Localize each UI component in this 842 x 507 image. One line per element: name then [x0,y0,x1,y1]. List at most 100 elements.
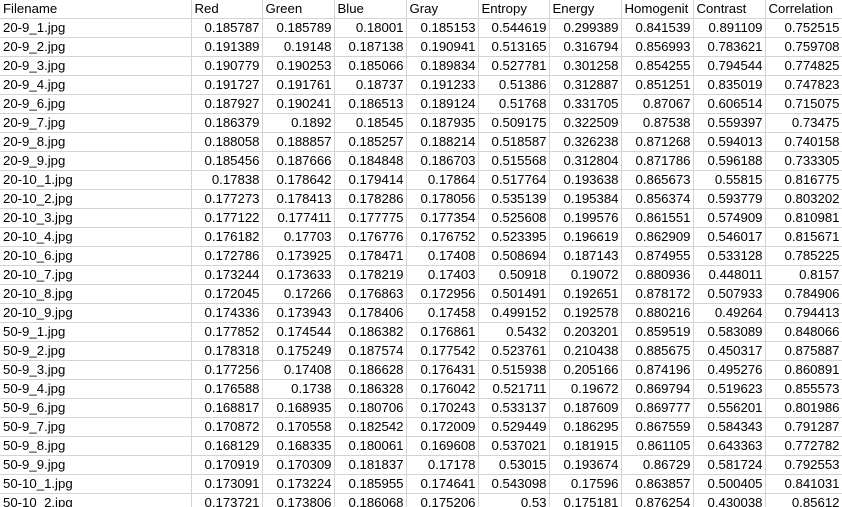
cell-entropy[interactable]: 0.533137 [478,398,550,418]
cell-homogeneity[interactable]: 0.880936 [621,265,694,285]
cell-correlation[interactable]: 0.772782 [765,436,842,456]
cell-red[interactable]: 0.178318 [191,341,263,361]
cell-filename[interactable]: 20-10_4.jpg [0,227,192,247]
cell-gray[interactable]: 0.174641 [406,474,479,494]
cell-energy[interactable]: 0.192651 [549,284,622,304]
cell-homogeneity[interactable]: 0.878172 [621,284,694,304]
cell-contrast[interactable]: 0.55815 [693,170,766,190]
cell-filename[interactable]: 20-9_3.jpg [0,56,192,76]
cell-energy[interactable]: 0.322509 [549,113,622,133]
cell-green[interactable]: 0.17266 [262,284,335,304]
cell-blue[interactable]: 0.18001 [334,18,407,38]
cell-contrast[interactable]: 0.583089 [693,322,766,342]
header-cell-gray[interactable]: Gray [406,0,479,19]
cell-filename[interactable]: 50-9_4.jpg [0,379,192,399]
cell-homogeneity[interactable]: 0.871786 [621,151,694,171]
cell-homogeneity[interactable]: 0.865673 [621,170,694,190]
cell-entropy[interactable]: 0.51386 [478,75,550,95]
cell-homogeneity[interactable]: 0.856374 [621,189,694,209]
cell-homogeneity[interactable]: 0.851251 [621,75,694,95]
cell-entropy[interactable]: 0.527781 [478,56,550,76]
cell-entropy[interactable]: 0.509175 [478,113,550,133]
cell-energy[interactable]: 0.210438 [549,341,622,361]
cell-energy[interactable]: 0.187143 [549,246,622,266]
cell-correlation[interactable]: 0.784906 [765,284,842,304]
cell-filename[interactable]: 50-10_1.jpg [0,474,192,494]
cell-contrast[interactable]: 0.835019 [693,75,766,95]
cell-blue[interactable]: 0.186513 [334,94,407,114]
cell-green[interactable]: 0.17703 [262,227,335,247]
cell-entropy[interactable]: 0.544619 [478,18,550,38]
cell-blue[interactable]: 0.18545 [334,113,407,133]
header-cell-entropy[interactable]: Entropy [478,0,550,19]
cell-entropy[interactable]: 0.535139 [478,189,550,209]
cell-gray[interactable]: 0.177354 [406,208,479,228]
cell-red[interactable]: 0.173091 [191,474,263,494]
cell-contrast[interactable]: 0.450317 [693,341,766,361]
cell-gray[interactable]: 0.178056 [406,189,479,209]
cell-contrast[interactable]: 0.507933 [693,284,766,304]
cell-homogeneity[interactable]: 0.87067 [621,94,694,114]
cell-gray[interactable]: 0.17178 [406,455,479,475]
cell-gray[interactable]: 0.175206 [406,493,479,507]
cell-contrast[interactable]: 0.891109 [693,18,766,38]
cell-gray[interactable]: 0.191233 [406,75,479,95]
cell-correlation[interactable]: 0.875887 [765,341,842,361]
cell-filename[interactable]: 20-10_6.jpg [0,246,192,266]
cell-energy[interactable]: 0.19672 [549,379,622,399]
cell-red[interactable]: 0.172045 [191,284,263,304]
cell-entropy[interactable]: 0.515938 [478,360,550,380]
cell-green[interactable]: 0.173925 [262,246,335,266]
cell-homogeneity[interactable]: 0.856993 [621,37,694,57]
cell-contrast[interactable]: 0.430038 [693,493,766,507]
cell-red[interactable]: 0.185787 [191,18,263,38]
cell-red[interactable]: 0.170872 [191,417,263,437]
cell-entropy[interactable]: 0.523395 [478,227,550,247]
header-cell-filename[interactable]: Filename [0,0,192,19]
cell-correlation[interactable]: 0.752515 [765,18,842,38]
cell-filename[interactable]: 20-9_9.jpg [0,151,192,171]
cell-green[interactable]: 0.177411 [262,208,335,228]
cell-homogeneity[interactable]: 0.885675 [621,341,694,361]
cell-gray[interactable]: 0.189834 [406,56,479,76]
cell-homogeneity[interactable]: 0.876254 [621,493,694,507]
cell-entropy[interactable]: 0.50918 [478,265,550,285]
cell-filename[interactable]: 50-9_6.jpg [0,398,192,418]
cell-contrast[interactable]: 0.500405 [693,474,766,494]
cell-contrast[interactable]: 0.794544 [693,56,766,76]
cell-green[interactable]: 0.1892 [262,113,335,133]
cell-green[interactable]: 0.173806 [262,493,335,507]
cell-blue[interactable]: 0.178219 [334,265,407,285]
cell-red[interactable]: 0.177122 [191,208,263,228]
cell-energy[interactable]: 0.299389 [549,18,622,38]
header-cell-correlation[interactable]: Correlation [765,0,842,19]
cell-energy[interactable]: 0.203201 [549,322,622,342]
cell-red[interactable]: 0.172786 [191,246,263,266]
cell-filename[interactable]: 50-9_2.jpg [0,341,192,361]
cell-filename[interactable]: 20-9_8.jpg [0,132,192,152]
cell-green[interactable]: 0.178642 [262,170,335,190]
cell-entropy[interactable]: 0.537021 [478,436,550,456]
cell-blue[interactable]: 0.178406 [334,303,407,323]
cell-filename[interactable]: 20-10_8.jpg [0,284,192,304]
cell-contrast[interactable]: 0.783621 [693,37,766,57]
cell-green[interactable]: 0.17408 [262,360,335,380]
cell-correlation[interactable]: 0.759708 [765,37,842,57]
cell-contrast[interactable]: 0.519623 [693,379,766,399]
cell-energy[interactable]: 0.196619 [549,227,622,247]
cell-contrast[interactable]: 0.49264 [693,303,766,323]
cell-contrast[interactable]: 0.574909 [693,208,766,228]
cell-entropy[interactable]: 0.508694 [478,246,550,266]
cell-correlation[interactable]: 0.73475 [765,113,842,133]
cell-energy[interactable]: 0.181915 [549,436,622,456]
cell-energy[interactable]: 0.316794 [549,37,622,57]
cell-red[interactable]: 0.191727 [191,75,263,95]
cell-correlation[interactable]: 0.848066 [765,322,842,342]
cell-red[interactable]: 0.176182 [191,227,263,247]
header-cell-homogeneity[interactable]: Homogenit [621,0,694,19]
cell-red[interactable]: 0.173244 [191,265,263,285]
cell-energy[interactable]: 0.19072 [549,265,622,285]
cell-filename[interactable]: 20-9_7.jpg [0,113,192,133]
cell-homogeneity[interactable]: 0.880216 [621,303,694,323]
cell-gray[interactable]: 0.176042 [406,379,479,399]
